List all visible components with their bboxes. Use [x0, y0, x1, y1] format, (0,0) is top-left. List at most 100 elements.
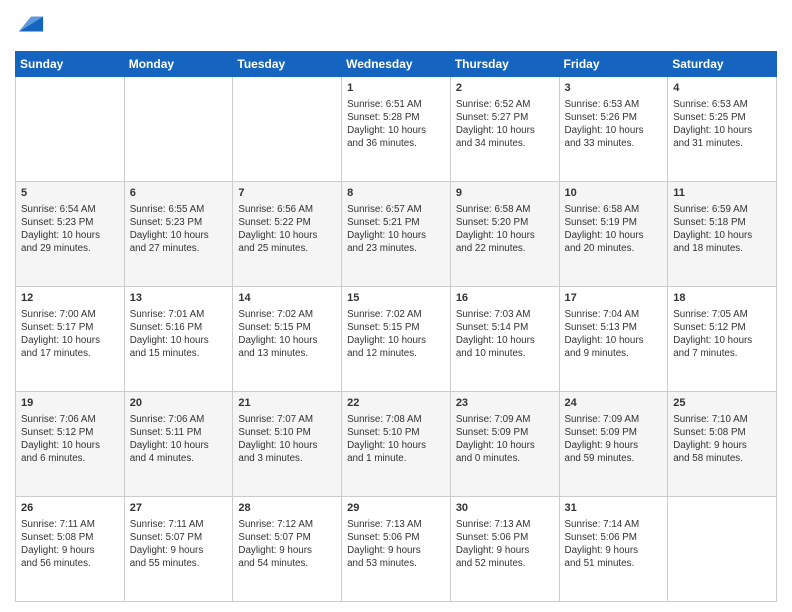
calendar-cell: 12Sunrise: 7:00 AM Sunset: 5:17 PM Dayli…	[16, 286, 125, 391]
day-info: Sunrise: 6:52 AM Sunset: 5:27 PM Dayligh…	[456, 98, 554, 151]
calendar-cell: 29 Sunrise: 7:13 AM Sunset: 5:06 PM Dayli…	[342, 496, 451, 601]
day-number: 28	[238, 501, 336, 516]
day-number: 6	[130, 186, 228, 201]
calendar-cell: 25Sunrise: 7:10 AM Sunset: 5:08 PM Dayli…	[668, 391, 777, 496]
calendar-cell: 30Sunrise: 7:13 AM Sunset: 5:06 PM Dayli…	[450, 496, 559, 601]
day-number: 29	[347, 501, 445, 516]
day-info: Sunrise: 7:11 AM Sunset: 5:07 PM Dayligh…	[130, 518, 228, 571]
day-number: 5	[21, 186, 119, 201]
day-number: 1	[347, 81, 445, 96]
calendar-cell	[233, 76, 342, 181]
weekday-header: Thursday	[450, 51, 559, 76]
day-info: Sunrise: 7:03 AM Sunset: 5:14 PM Dayligh…	[456, 308, 554, 361]
calendar-cell: 10Sunrise: 6:58 AM Sunset: 5:19 PM Dayli…	[559, 181, 668, 286]
day-info: Sunrise: 7:01 AM Sunset: 5:16 PM Dayligh…	[130, 308, 228, 361]
day-info: Sunrise: 7:12 AM Sunset: 5:07 PM Dayligh…	[238, 518, 336, 571]
day-number: 21	[238, 396, 336, 411]
calendar-cell: 17 Sunrise: 7:04 AM Sunset: 5:13 PM Dayli…	[559, 286, 668, 391]
day-number: 14	[238, 291, 336, 306]
day-number: 2	[456, 81, 554, 96]
calendar-cell: 11 Sunrise: 6:59 AM Sunset: 5:18 PM Dayli…	[668, 181, 777, 286]
calendar-cell: 27 Sunrise: 7:11 AM Sunset: 5:07 PM Dayli…	[124, 496, 233, 601]
calendar-cell: 6Sunrise: 6:55 AM Sunset: 5:23 PM Daylig…	[124, 181, 233, 286]
day-info: Sunrise: 6:54 AM Sunset: 5:23 PM Dayligh…	[21, 203, 119, 256]
calendar-cell	[124, 76, 233, 181]
calendar-cell: 3 Sunrise: 6:53 AM Sunset: 5:26 PM Daylig…	[559, 76, 668, 181]
day-number: 23	[456, 396, 554, 411]
day-number: 17	[565, 291, 663, 306]
calendar-cell: 4Sunrise: 6:53 AM Sunset: 5:25 PM Daylig…	[668, 76, 777, 181]
day-info: Sunrise: 6:56 AM Sunset: 5:22 PM Dayligh…	[238, 203, 336, 256]
day-number: 18	[673, 291, 771, 306]
calendar-week-row: 12Sunrise: 7:00 AM Sunset: 5:17 PM Dayli…	[16, 286, 777, 391]
logo-icon	[17, 10, 45, 38]
day-info: Sunrise: 7:13 AM Sunset: 5:06 PM Dayligh…	[347, 518, 445, 571]
day-info: Sunrise: 7:06 AM Sunset: 5:12 PM Dayligh…	[21, 413, 119, 466]
day-info: Sunrise: 7:10 AM Sunset: 5:08 PM Dayligh…	[673, 413, 771, 466]
logo	[15, 10, 45, 43]
weekday-header: Saturday	[668, 51, 777, 76]
day-info: Sunrise: 7:09 AM Sunset: 5:09 PM Dayligh…	[456, 413, 554, 466]
day-info: Sunrise: 7:02 AM Sunset: 5:15 PM Dayligh…	[347, 308, 445, 361]
day-info: Sunrise: 6:51 AM Sunset: 5:28 PM Dayligh…	[347, 98, 445, 151]
day-info: Sunrise: 7:02 AM Sunset: 5:15 PM Dayligh…	[238, 308, 336, 361]
weekday-header: Wednesday	[342, 51, 451, 76]
weekday-header: Monday	[124, 51, 233, 76]
calendar-week-row: 19 Sunrise: 7:06 AM Sunset: 5:12 PM Dayli…	[16, 391, 777, 496]
day-number: 22	[347, 396, 445, 411]
calendar: SundayMondayTuesdayWednesdayThursdayFrid…	[15, 51, 777, 602]
day-number: 24	[565, 396, 663, 411]
calendar-header-row: SundayMondayTuesdayWednesdayThursdayFrid…	[16, 51, 777, 76]
day-number: 9	[456, 186, 554, 201]
day-number: 11	[673, 186, 771, 201]
day-info: Sunrise: 7:06 AM Sunset: 5:11 PM Dayligh…	[130, 413, 228, 466]
day-info: Sunrise: 6:57 AM Sunset: 5:21 PM Dayligh…	[347, 203, 445, 256]
calendar-week-row: 26Sunrise: 7:11 AM Sunset: 5:08 PM Dayli…	[16, 496, 777, 601]
day-info: Sunrise: 7:05 AM Sunset: 5:12 PM Dayligh…	[673, 308, 771, 361]
day-number: 4	[673, 81, 771, 96]
calendar-week-row: 5 Sunrise: 6:54 AM Sunset: 5:23 PM Daylig…	[16, 181, 777, 286]
day-number: 12	[21, 291, 119, 306]
calendar-cell: 21 Sunrise: 7:07 AM Sunset: 5:10 PM Dayli…	[233, 391, 342, 496]
calendar-cell	[668, 496, 777, 601]
day-number: 15	[347, 291, 445, 306]
calendar-cell: 1 Sunrise: 6:51 AM Sunset: 5:28 PM Daylig…	[342, 76, 451, 181]
weekday-header: Tuesday	[233, 51, 342, 76]
calendar-cell: 7 Sunrise: 6:56 AM Sunset: 5:22 PM Daylig…	[233, 181, 342, 286]
day-info: Sunrise: 7:08 AM Sunset: 5:10 PM Dayligh…	[347, 413, 445, 466]
calendar-cell: 28 Sunrise: 7:12 AM Sunset: 5:07 PM Dayli…	[233, 496, 342, 601]
calendar-cell: 13 Sunrise: 7:01 AM Sunset: 5:16 PM Dayli…	[124, 286, 233, 391]
calendar-cell: 20 Sunrise: 7:06 AM Sunset: 5:11 PM Dayli…	[124, 391, 233, 496]
day-info: Sunrise: 7:11 AM Sunset: 5:08 PM Dayligh…	[21, 518, 119, 571]
day-info: Sunrise: 7:04 AM Sunset: 5:13 PM Dayligh…	[565, 308, 663, 361]
day-info: Sunrise: 7:07 AM Sunset: 5:10 PM Dayligh…	[238, 413, 336, 466]
calendar-cell	[16, 76, 125, 181]
calendar-cell: 19 Sunrise: 7:06 AM Sunset: 5:12 PM Dayli…	[16, 391, 125, 496]
calendar-week-row: 1 Sunrise: 6:51 AM Sunset: 5:28 PM Daylig…	[16, 76, 777, 181]
calendar-cell: 15 Sunrise: 7:02 AM Sunset: 5:15 PM Dayli…	[342, 286, 451, 391]
day-info: Sunrise: 6:58 AM Sunset: 5:20 PM Dayligh…	[456, 203, 554, 256]
day-info: Sunrise: 7:13 AM Sunset: 5:06 PM Dayligh…	[456, 518, 554, 571]
header	[15, 10, 777, 43]
calendar-cell: 24 Sunrise: 7:09 AM Sunset: 5:09 PM Dayli…	[559, 391, 668, 496]
day-number: 20	[130, 396, 228, 411]
day-number: 8	[347, 186, 445, 201]
day-number: 19	[21, 396, 119, 411]
calendar-cell: 14 Sunrise: 7:02 AM Sunset: 5:15 PM Dayli…	[233, 286, 342, 391]
day-number: 10	[565, 186, 663, 201]
day-info: Sunrise: 6:53 AM Sunset: 5:26 PM Dayligh…	[565, 98, 663, 151]
calendar-cell: 16Sunrise: 7:03 AM Sunset: 5:14 PM Dayli…	[450, 286, 559, 391]
calendar-cell: 2 Sunrise: 6:52 AM Sunset: 5:27 PM Daylig…	[450, 76, 559, 181]
calendar-cell: 23 Sunrise: 7:09 AM Sunset: 5:09 PM Dayli…	[450, 391, 559, 496]
calendar-cell: 5 Sunrise: 6:54 AM Sunset: 5:23 PM Daylig…	[16, 181, 125, 286]
calendar-cell: 22 Sunrise: 7:08 AM Sunset: 5:10 PM Dayli…	[342, 391, 451, 496]
day-number: 7	[238, 186, 336, 201]
day-number: 3	[565, 81, 663, 96]
day-number: 13	[130, 291, 228, 306]
day-number: 27	[130, 501, 228, 516]
weekday-header: Friday	[559, 51, 668, 76]
page: SundayMondayTuesdayWednesdayThursdayFrid…	[0, 0, 792, 612]
calendar-cell: 9 Sunrise: 6:58 AM Sunset: 5:20 PM Daylig…	[450, 181, 559, 286]
day-info: Sunrise: 7:09 AM Sunset: 5:09 PM Dayligh…	[565, 413, 663, 466]
day-info: Sunrise: 6:59 AM Sunset: 5:18 PM Dayligh…	[673, 203, 771, 256]
